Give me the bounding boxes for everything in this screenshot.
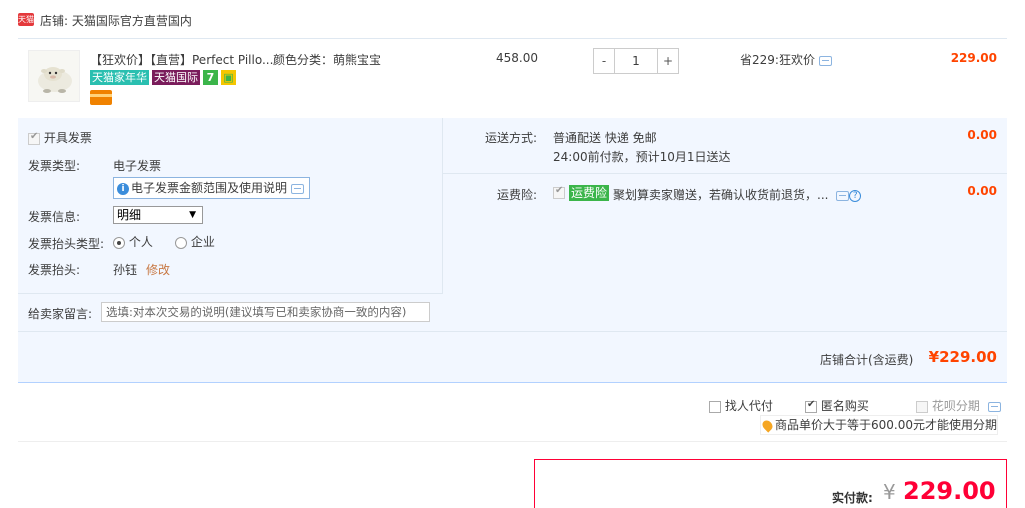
help-icon[interactable]: ? xyxy=(849,189,862,202)
shop-total-label: 店铺合计(含运费) xyxy=(820,353,914,367)
shipping-method: 普通配送 快递 免邮 xyxy=(553,131,657,145)
product-badges: 天猫家年华 天猫国际 7 ▣ xyxy=(90,70,236,85)
payment-amount: 229.00 xyxy=(903,477,996,505)
shop-name[interactable]: 店铺: 天猫国际官方直营国内 xyxy=(40,12,192,29)
product-attribute: 颜色分类：萌熊宝宝 xyxy=(273,53,382,67)
quantity-minus-button[interactable]: - xyxy=(593,48,615,74)
carnival-badge[interactable]: 天猫家年华 xyxy=(90,70,149,85)
invoice-open-checkbox[interactable] xyxy=(28,131,40,145)
insurance-text: 聚划算卖家赠送，若确认收货前退货，... xyxy=(613,188,829,202)
invoice-info-label: 发票信息: xyxy=(28,210,81,224)
invoice-head-company-option[interactable]: 企业 xyxy=(175,233,215,250)
invoice-head-type-label: 发票抬头类型: xyxy=(28,237,105,251)
quantity-input[interactable]: 1 xyxy=(615,48,657,74)
dropdown-arrow-icon: ▼ xyxy=(189,210,196,220)
shop-total-value: ¥229.00 xyxy=(928,348,997,366)
location-pin-icon xyxy=(760,418,775,433)
proxy-pay-option[interactable]: 找人代付 xyxy=(709,397,773,414)
invoice-tip-box[interactable]: i 电子发票金额范围及使用说明 xyxy=(113,177,310,199)
sheep-pillow-image xyxy=(38,67,72,93)
invoice-edit-link[interactable]: 修改 xyxy=(146,261,170,278)
invoice-open-label: 开具发票 xyxy=(43,131,92,145)
shipping-fee: 0.00 xyxy=(967,128,997,142)
invoice-type-label: 发票类型: xyxy=(28,159,81,173)
order-options-panel xyxy=(18,118,1007,383)
insurance-info: 聚划算卖家赠送，若确认收货前退货，... ? xyxy=(613,186,862,203)
huabei-tip-text: 商品单价大于等于600.00元才能使用分期 xyxy=(775,418,997,432)
divider xyxy=(18,38,1007,39)
divider xyxy=(18,331,1007,332)
company-radio[interactable] xyxy=(175,236,187,249)
invoice-tip-text: 电子发票金额范围及使用说明 xyxy=(131,181,288,195)
seller-message-label: 给卖家留言: xyxy=(28,307,93,321)
insurance-comment-icon[interactable] xyxy=(836,190,850,201)
insurance-tag: 运费险 xyxy=(569,185,610,201)
divider xyxy=(18,441,1007,442)
guarantee-shield-icon[interactable]: ▣ xyxy=(221,70,236,85)
invoice-head-value: 孙钰 xyxy=(113,263,138,277)
comment-icon xyxy=(291,183,305,194)
huabei-comment-icon[interactable] xyxy=(987,401,1001,412)
huabei-tip: 商品单价大于等于600.00元才能使用分期 xyxy=(760,415,998,435)
anonymous-buy-option[interactable]: 匿名购买 xyxy=(805,397,869,414)
divider xyxy=(443,173,1007,174)
divider xyxy=(18,293,443,294)
promo-info: 省229:狂欢价 xyxy=(740,51,832,68)
invoice-head-person-option[interactable]: 个人 xyxy=(113,233,153,250)
shipping-label: 运送方式: xyxy=(485,131,538,145)
person-radio-label: 个人 xyxy=(128,235,153,249)
payment-currency: ¥ xyxy=(883,480,896,504)
shipping-eta: 24:00前付款，预计10月1日送达 xyxy=(553,150,731,164)
invoice-info-selected: 明细 xyxy=(117,208,142,222)
insurance-fee: 0.00 xyxy=(967,184,997,198)
divider xyxy=(442,118,443,293)
huabei-installment-option: 花呗分期 xyxy=(916,397,1001,414)
info-icon: i xyxy=(117,182,129,195)
item-subtotal: 229.00 xyxy=(950,51,997,65)
huabei-label: 花呗分期 xyxy=(931,399,980,413)
product-title-link[interactable]: 【狂欢价】【直营】Perfect Pillo... xyxy=(90,51,273,68)
company-radio-label: 企业 xyxy=(190,235,215,249)
quantity-plus-button[interactable]: + xyxy=(657,48,679,74)
tmall-logo-icon: 天猫 xyxy=(18,13,34,26)
payment-label: 实付款: xyxy=(832,491,873,505)
promo-comment-icon[interactable] xyxy=(818,55,832,66)
anonymous-buy-checkbox[interactable] xyxy=(805,399,817,413)
product-thumbnail[interactable] xyxy=(28,50,80,102)
invoice-type-value: 电子发票 xyxy=(113,159,162,173)
anonymous-buy-label: 匿名购买 xyxy=(820,399,869,413)
insurance-checkbox-wrap xyxy=(553,185,565,199)
quantity-stepper: - 1 + xyxy=(593,48,679,74)
insurance-checkbox[interactable] xyxy=(553,185,565,199)
tmall-intl-badge[interactable]: 天猫国际 xyxy=(152,70,200,85)
huabei-checkbox xyxy=(916,400,928,413)
invoice-info-select[interactable]: 明细 ▼ xyxy=(113,206,203,224)
promo-text: 省229:狂欢价 xyxy=(740,53,815,67)
credit-card-icon[interactable] xyxy=(90,90,112,105)
seven-day-return-icon[interactable]: 7 xyxy=(203,70,218,85)
proxy-pay-checkbox[interactable] xyxy=(709,400,721,413)
unit-price: 458.00 xyxy=(496,51,538,65)
insurance-label: 运费险: xyxy=(497,188,538,202)
proxy-pay-label: 找人代付 xyxy=(724,399,773,413)
invoice-head-label: 发票抬头: xyxy=(28,263,81,277)
person-radio[interactable] xyxy=(113,236,125,249)
seller-message-input[interactable]: 选填:对本次交易的说明(建议填写已和卖家协商一致的内容) xyxy=(101,302,430,322)
invoice-open-option: 开具发票 xyxy=(28,129,92,146)
